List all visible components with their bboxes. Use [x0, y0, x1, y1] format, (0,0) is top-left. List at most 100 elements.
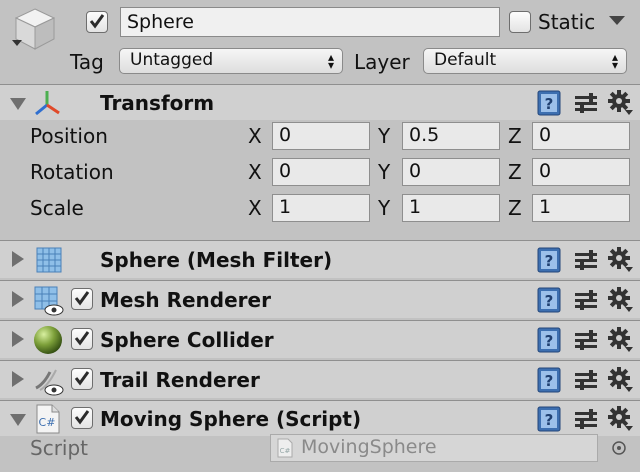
rotation-label: Rotation: [30, 160, 114, 184]
mesh-renderer-icon: [34, 286, 64, 316]
svg-text:?: ?: [545, 95, 554, 113]
foldout-expanded-icon[interactable]: [10, 98, 26, 110]
transform-axes-icon: [35, 91, 60, 116]
moving-sphere-title: Moving Sphere (Script): [100, 407, 362, 431]
moving-sphere-script-header[interactable]: C# Moving Sphere (Script) ?: [0, 400, 640, 436]
svg-text:?: ?: [545, 372, 554, 390]
script-reference-field: C# MovingSphere: [270, 434, 598, 462]
checkmark-icon: [74, 371, 90, 386]
gear-icon[interactable]: [608, 90, 634, 116]
trail-renderer-icon: [35, 369, 64, 396]
axis-z-label: Z: [508, 124, 522, 148]
preset-sliders-icon[interactable]: [575, 290, 597, 310]
layer-dropdown[interactable]: Default ▴ ▾: [423, 48, 627, 74]
script-label: Script: [30, 436, 89, 460]
axis-y-label: Y: [378, 196, 391, 220]
transform-header[interactable]: Transform ?: [0, 84, 640, 120]
gear-icon[interactable]: [608, 287, 634, 313]
axis-y-label: Y: [378, 124, 391, 148]
axis-x-label: X: [248, 196, 262, 220]
axis-z-label: Z: [508, 196, 522, 220]
help-book-icon[interactable]: ?: [537, 90, 561, 116]
axis-y-label: Y: [378, 160, 391, 184]
help-book-icon[interactable]: ?: [537, 287, 561, 313]
layer-value: Default: [434, 50, 497, 70]
rotation-x-input[interactable]: 0: [272, 158, 370, 186]
svg-text:C#: C#: [39, 416, 56, 429]
foldout-collapsed-icon[interactable]: [12, 251, 24, 267]
mesh-filter-header[interactable]: Sphere (Mesh Filter) ?: [0, 240, 640, 278]
script-enabled-checkbox[interactable]: [71, 407, 93, 429]
scale-z-input[interactable]: 1: [532, 194, 630, 222]
svg-text:C#: C#: [280, 447, 291, 455]
help-book-icon[interactable]: ?: [537, 327, 561, 353]
preset-sliders-icon[interactable]: [575, 409, 597, 429]
tag-value: Untagged: [130, 50, 214, 70]
preset-sliders-icon[interactable]: [575, 250, 597, 270]
foldout-collapsed-icon[interactable]: [12, 291, 24, 307]
updown-arrow-icon: ▴ ▾: [611, 50, 618, 72]
svg-text:?: ?: [545, 292, 554, 310]
rotation-y-input[interactable]: 0: [402, 158, 500, 186]
mesh-renderer-title: Mesh Renderer: [100, 288, 271, 312]
sphere-collider-header[interactable]: Sphere Collider ?: [0, 320, 640, 358]
sphere-collider-enabled-checkbox[interactable]: [71, 328, 93, 350]
checkmark-icon: [74, 331, 90, 346]
foldout-collapsed-icon[interactable]: [12, 331, 24, 347]
position-y-input[interactable]: 0.5: [402, 122, 500, 150]
help-book-icon[interactable]: ?: [537, 406, 561, 432]
trail-renderer-enabled-checkbox[interactable]: [71, 368, 93, 390]
tag-dropdown[interactable]: Untagged ▴ ▾: [119, 48, 343, 74]
script-value: MovingSphere: [301, 436, 437, 458]
svg-text:?: ?: [545, 411, 554, 429]
svg-text:?: ?: [545, 252, 554, 270]
position-z-input[interactable]: 0: [532, 122, 630, 150]
help-book-icon[interactable]: ?: [537, 367, 561, 393]
gear-icon[interactable]: [608, 327, 634, 353]
axis-z-label: Z: [508, 160, 522, 184]
rotation-z-input[interactable]: 0: [532, 158, 630, 186]
position-label: Position: [30, 124, 108, 148]
csharp-script-icon: C#: [36, 404, 60, 434]
scale-label: Scale: [30, 196, 84, 220]
mesh-renderer-header[interactable]: Mesh Renderer ?: [0, 280, 640, 318]
foldout-collapsed-icon[interactable]: [12, 371, 24, 387]
trail-renderer-title: Trail Renderer: [100, 368, 260, 392]
updown-arrow-icon: ▴ ▾: [327, 50, 334, 72]
mesh-filter-title: Sphere (Mesh Filter): [100, 248, 333, 272]
axis-x-label: X: [248, 160, 262, 184]
svg-text:?: ?: [545, 332, 554, 350]
static-checkbox[interactable]: [509, 11, 531, 33]
mesh-renderer-enabled-checkbox[interactable]: [71, 288, 93, 310]
mesh-filter-icon: [36, 247, 62, 273]
position-x-input[interactable]: 0: [272, 122, 370, 150]
object-picker-icon[interactable]: [611, 440, 627, 456]
tag-label: Tag: [70, 50, 104, 74]
layer-label: Layer: [354, 50, 410, 74]
scale-x-input[interactable]: 1: [272, 194, 370, 222]
gameobject-cube-icon: [12, 8, 56, 50]
sphere-collider-icon: [34, 326, 62, 354]
preset-sliders-icon[interactable]: [575, 370, 597, 390]
static-dropdown-arrow-icon[interactable]: [609, 16, 625, 26]
foldout-expanded-icon[interactable]: [10, 414, 26, 426]
scale-y-input[interactable]: 1: [402, 194, 500, 222]
active-checkbox[interactable]: [86, 11, 108, 33]
gear-icon[interactable]: [608, 367, 634, 393]
gear-icon[interactable]: [608, 406, 634, 432]
inspector-header: Sphere Static Tag Untagged ▴ ▾ Layer Defa…: [0, 0, 640, 84]
gear-icon[interactable]: [608, 247, 634, 273]
axis-x-label: X: [248, 124, 262, 148]
preset-sliders-icon[interactable]: [575, 93, 597, 113]
trail-renderer-header[interactable]: Trail Renderer ?: [0, 360, 640, 398]
transform-body: Position X 0 Y 0.5 Z 0 Rotation X 0 Y 0 …: [0, 120, 640, 238]
checkmark-icon: [74, 291, 90, 306]
static-label: Static: [538, 10, 596, 34]
sphere-collider-title: Sphere Collider: [100, 328, 274, 352]
help-book-icon[interactable]: ?: [537, 247, 561, 273]
checkmark-icon: [89, 14, 105, 29]
object-name-input[interactable]: Sphere: [120, 7, 500, 37]
checkmark-icon: [74, 410, 90, 425]
preset-sliders-icon[interactable]: [575, 330, 597, 350]
transform-title: Transform: [100, 91, 215, 115]
